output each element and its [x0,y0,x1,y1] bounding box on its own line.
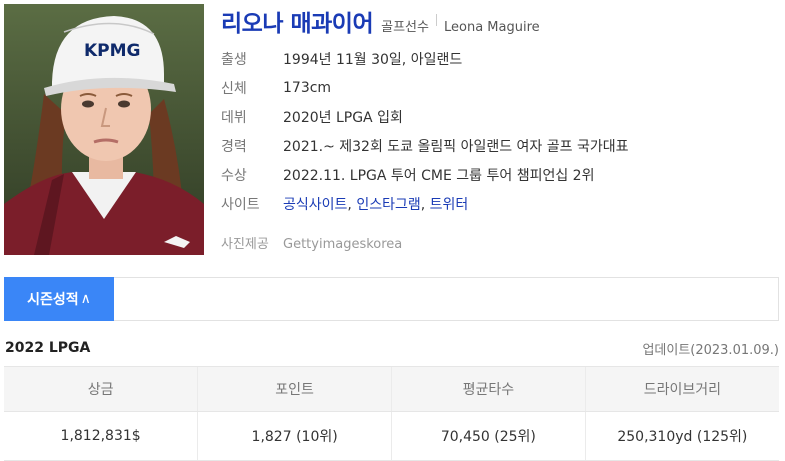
info-label: 수상 [221,167,247,184]
photo-credit-value: Gettyimageskorea [283,237,403,252]
instagram-link[interactable]: 인스타그램 [356,197,420,213]
stats-header-row: 상금 포인트 평균타수 드라이브거리 [4,366,779,412]
chevron-up-icon: ∧ [80,291,91,307]
twitter-link[interactable]: 트위터 [430,197,469,213]
value-scoring-average: 70,450 (25위) [391,411,586,461]
info-label: 신체 [221,80,247,97]
season-stats-tab[interactable]: 시즌성적 ∧ [4,277,114,321]
info-value: 2022.11. LPGA 투어 CME 그룹 투어 챔피언십 2위 [283,167,595,184]
profile-photo-illustration: KPMG [4,4,204,255]
value-driving-distance: 250,310yd (125위) [584,411,779,461]
site-separator: , [347,196,357,213]
stats-title: 2022 LPGA [5,340,91,356]
info-value: 2021.~ 제32회 도쿄 올림픽 아일랜드 여자 골프 국가대표 [283,138,629,155]
player-name-english: Leona Maguire [443,20,540,35]
profile-photo: KPMG [4,4,204,255]
site-separator: , [420,196,430,213]
info-label: 출생 [221,51,247,68]
season-stats-tab-label: 시즌성적 [27,292,79,308]
value-points: 1,827 (10위) [197,411,392,461]
updated-date: 업데이트(2023.01.09.) [642,343,779,358]
player-name[interactable]: 리오나 매과이어 [221,4,374,38]
info-row-photo-credit: 사진제공 Gettyimageskorea [221,218,761,258]
header-prize-money: 상금 [4,366,198,412]
header-driving-distance: 드라이브거리 [584,366,779,412]
info-label: 데뷔 [221,109,247,126]
value-prize-money: 1,812,831$ [4,411,198,461]
info-row-awards: 수상 2022.11. LPGA 투어 CME 그룹 투어 챔피언십 2위 [221,160,761,189]
info-value: 2020년 LPGA 입회 [283,109,403,126]
info-row-career: 경력 2021.~ 제32회 도쿄 올림픽 아일랜드 여자 골프 국가대표 [221,131,761,160]
info-row-sites: 사이트 공식사이트, 인스타그램, 트위터 [221,189,761,218]
photo-credit-label: 사진제공 [221,237,269,252]
info-value: 173cm [283,79,332,96]
header-scoring-average: 평균타수 [391,366,586,412]
info-row-body: 신체 173cm [221,73,761,102]
name-separator [435,14,437,26]
official-site-link[interactable]: 공식사이트 [283,197,347,213]
info-label: 사이트 [221,196,260,213]
profile-name-row: 리오나 매과이어 골프선수 Leona Maguire [221,4,540,38]
player-role: 골프선수 [381,20,429,35]
profile-info: 출생 1994년 11월 30일, 아일랜드 신체 173cm 데뷔 2020년… [221,44,761,258]
info-row-debut: 데뷔 2020년 LPGA 입회 [221,102,761,131]
info-label: 경력 [221,138,247,155]
header-points: 포인트 [197,366,392,412]
cap-logo-text: KPMG [84,41,141,61]
info-value: 1994년 11월 30일, 아일랜드 [283,51,463,68]
info-row-birth: 출생 1994년 11월 30일, 아일랜드 [221,44,761,73]
stats-table: 상금 포인트 평균타수 드라이브거리 1,812,831$ 1,827 (10위… [4,366,779,461]
season-tab-bar: 시즌성적 ∧ [4,277,779,321]
site-links: 공식사이트, 인스타그램, 트위터 [283,194,468,214]
table-row: 1,812,831$ 1,827 (10위) 70,450 (25위) 250,… [4,411,779,461]
